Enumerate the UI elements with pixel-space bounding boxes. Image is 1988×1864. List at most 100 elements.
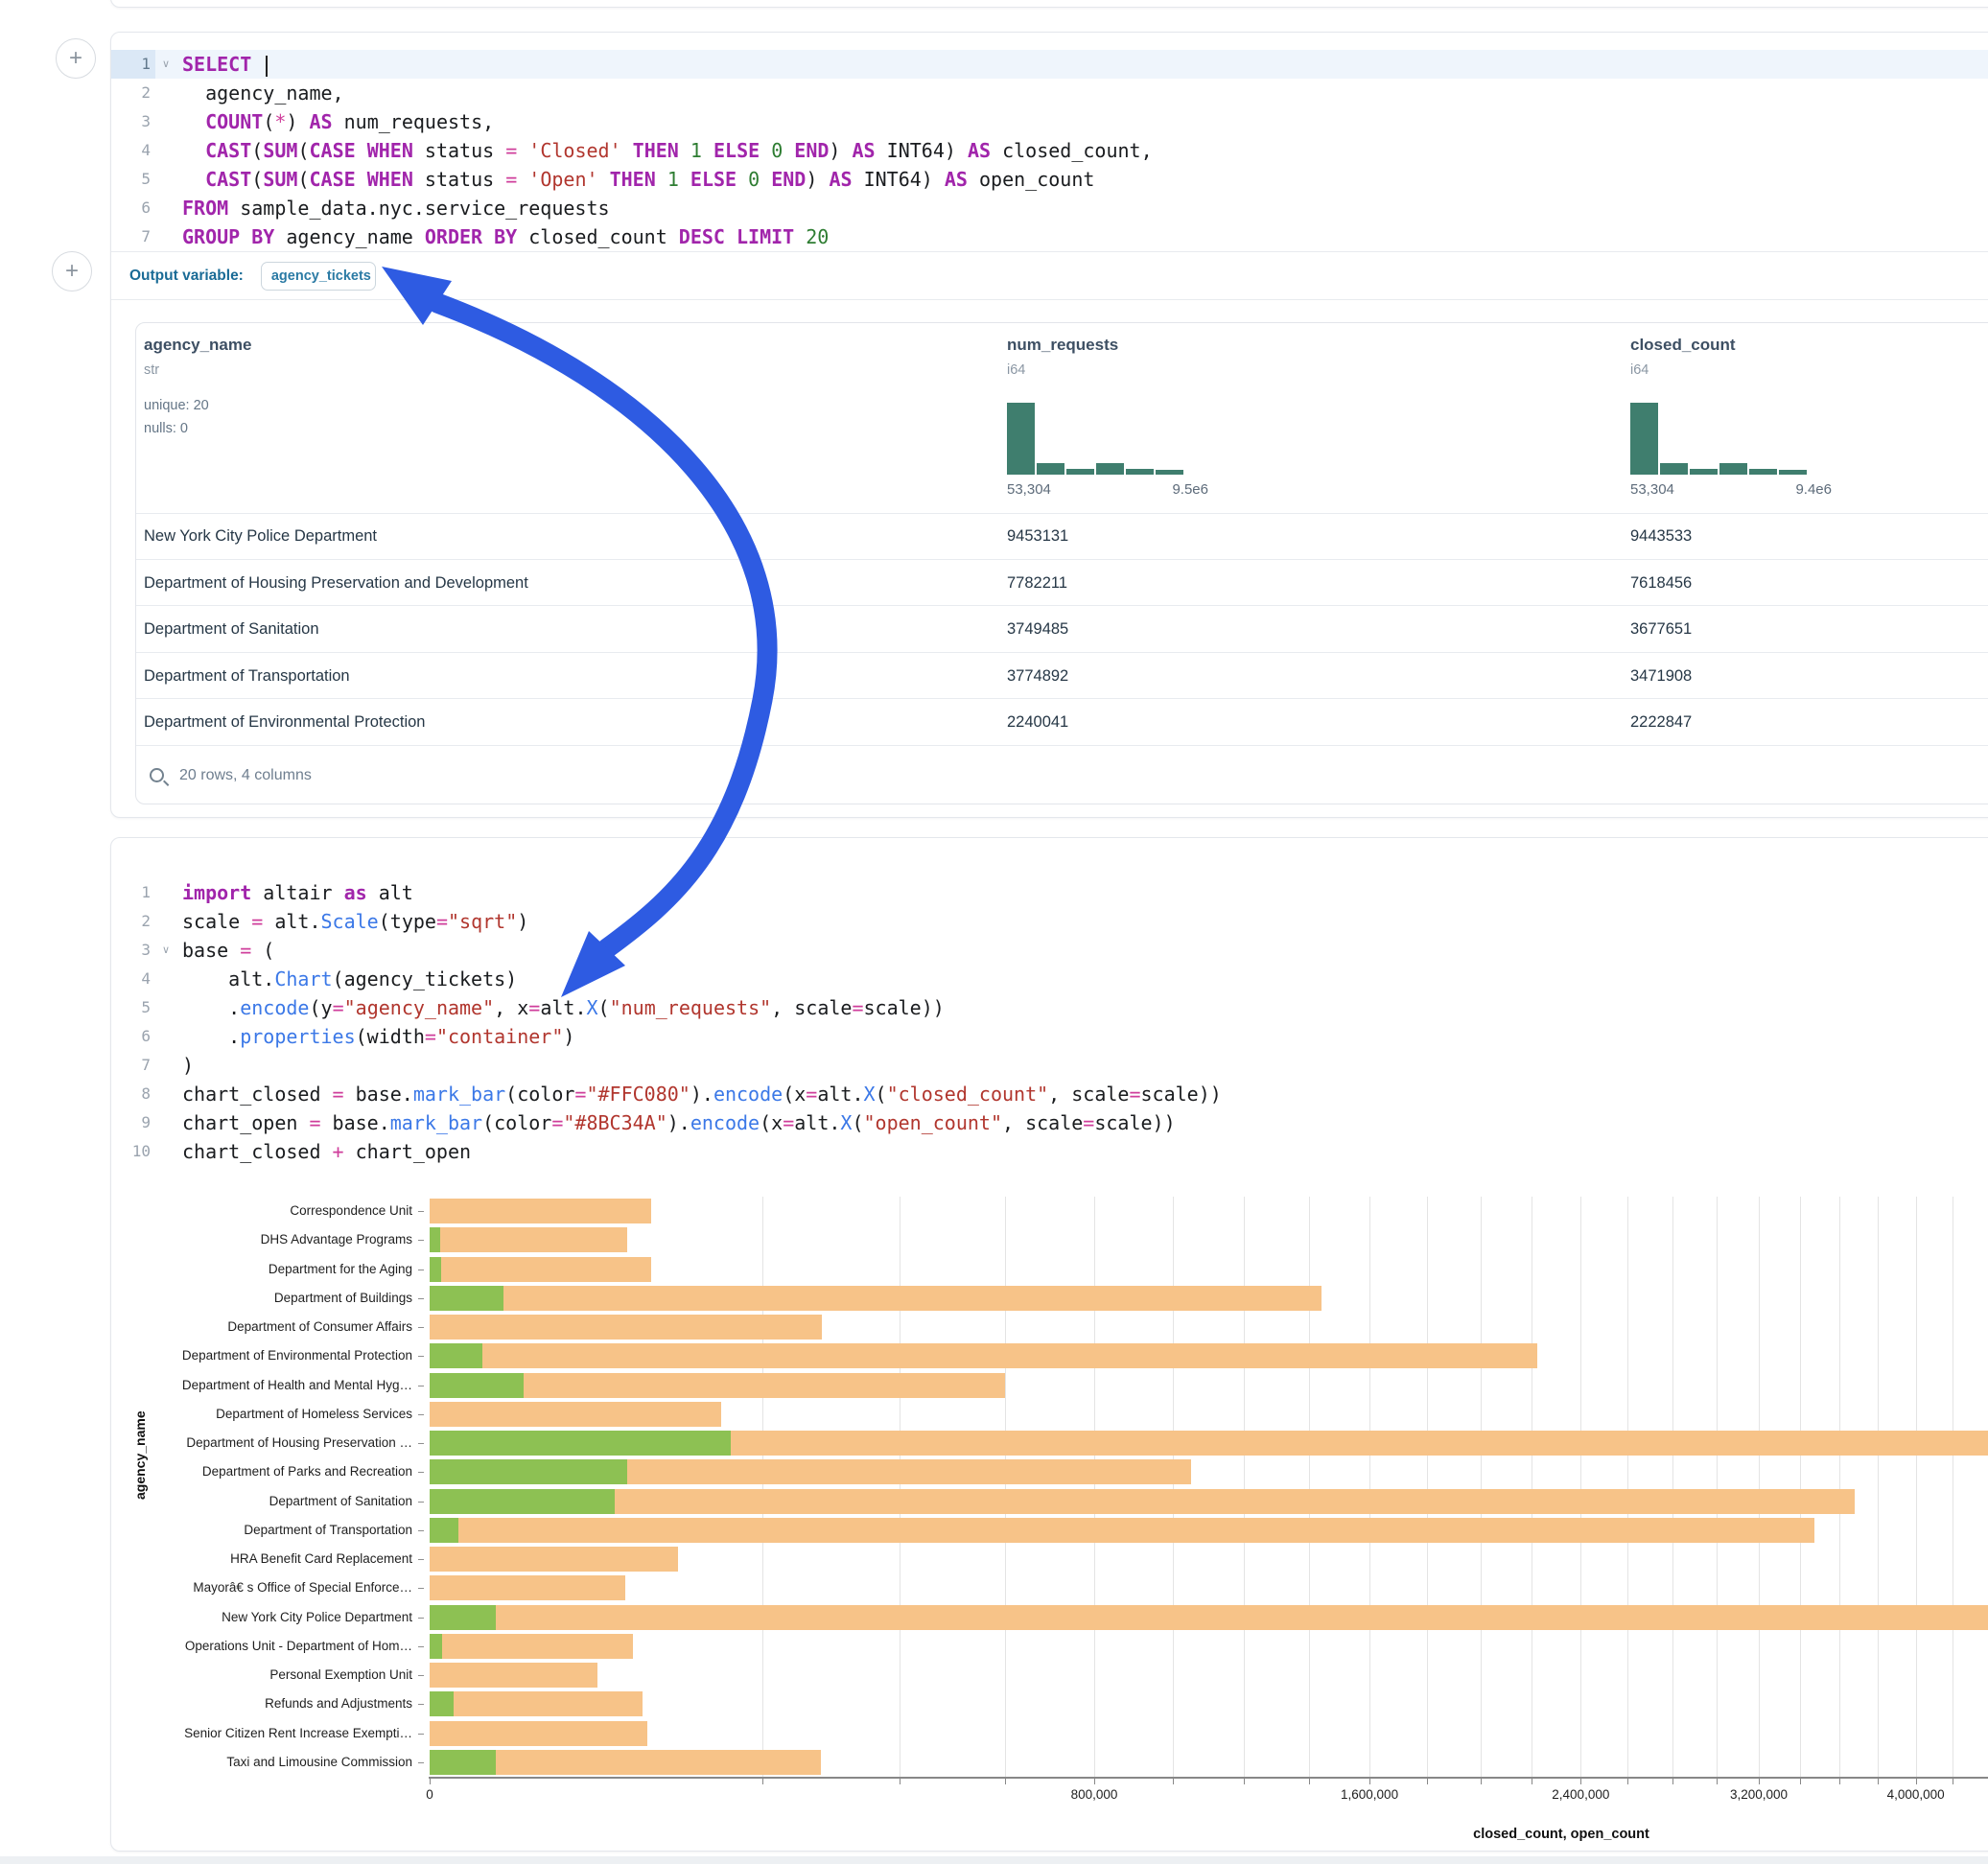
closed_count-bar [430, 1605, 1988, 1630]
open_count-bar [430, 1227, 440, 1252]
x-axis-tick-label: 3,200,000 [1730, 1787, 1788, 1802]
code-line[interactable]: 1∨SELECT [111, 50, 1988, 79]
column-stat: unique: 20 [144, 398, 209, 413]
code-line[interactable]: 6FROM sample_data.nyc.service_requests [111, 194, 1988, 222]
y-axis-label: Correspondence Unit [290, 1203, 412, 1218]
y-axis-label: Department of Sanitation [269, 1494, 412, 1508]
code-line[interactable]: 3 COUNT(*) AS num_requests, [111, 107, 1988, 136]
fold-gutter [155, 136, 176, 165]
code-text: chart_closed = base.mark_bar(color="#FFC… [176, 1080, 1222, 1108]
line-number: 1 [111, 878, 155, 907]
column-type: str [144, 362, 159, 378]
column-histogram [1630, 403, 1807, 475]
x-axis-tick [1369, 1779, 1370, 1784]
column-type: i64 [1007, 362, 1025, 378]
table-cell: 9453131 [999, 513, 1623, 560]
open_count-bar [430, 1431, 731, 1456]
column-header-agency_name[interactable]: agency_namestrunique: 20nulls: 0 [136, 323, 999, 513]
line-number: 2 [111, 79, 155, 107]
x-axis-tick [1309, 1779, 1310, 1784]
y-axis-tick [418, 1211, 424, 1212]
table-row[interactable]: Department of Housing Preservation and D… [136, 560, 1988, 607]
line-number: 6 [111, 194, 155, 222]
y-axis-tick [418, 1646, 424, 1647]
row-count-label: 20 rows, 4 columns [179, 767, 312, 784]
line-number: 5 [111, 993, 155, 1022]
x-axis-tick-label: 0 [426, 1787, 433, 1802]
code-line[interactable]: 8chart_closed = base.mark_bar(color="#FF… [111, 1080, 1988, 1108]
histogram-bar [1007, 403, 1035, 475]
column-header-num_requests[interactable]: num_requestsi6453,3049.5e6 [999, 323, 1623, 513]
add-cell-button[interactable]: + [56, 38, 96, 79]
table-row[interactable]: Department of Transportation377489234719… [136, 653, 1988, 700]
table-cell: 3749485 [999, 606, 1623, 653]
fold-gutter [155, 222, 176, 251]
table-cell: Department of Environmental Protection [136, 699, 999, 746]
y-axis-tick [418, 1240, 424, 1241]
output-variable-row: Output variable: agency_tickets [111, 252, 1988, 299]
histogram-bar [1749, 469, 1777, 475]
chart-y-axis-labels: Correspondence UnitDHS Advantage Program… [111, 1183, 424, 1797]
code-line[interactable]: 7 GROUP BY agency_name ORDER BY closed_co… [111, 222, 1988, 251]
table-cell: 3471908 [1623, 653, 1988, 700]
code-text: base = ( [176, 936, 274, 965]
closed_count-bar [430, 1315, 822, 1340]
line-number: 7 [111, 222, 155, 251]
code-line[interactable]: 5 CAST(SUM(CASE WHEN status = 'Open' THE… [111, 165, 1988, 194]
histogram-range-labels: 53,3049.4e6 [1630, 481, 1832, 498]
y-axis-label: New York City Police Department [222, 1610, 412, 1624]
code-line[interactable]: 5 .encode(y="agency_name", x=alt.X("num_… [111, 993, 1988, 1022]
y-axis-label: Department of Environmental Protection [182, 1348, 412, 1363]
fold-gutter [155, 165, 176, 194]
y-axis-label: Department of Homeless Services [216, 1407, 412, 1421]
code-line[interactable]: 2scale = alt.Scale(type="sqrt") [111, 907, 1988, 936]
table-cell: 2222847 [1623, 699, 1988, 746]
table-row[interactable]: Department of Sanitation37494853677651 [136, 606, 1988, 653]
code-line[interactable]: 4 alt.Chart(agency_tickets) [111, 965, 1988, 993]
gridline [1800, 1197, 1801, 1777]
x-axis-tick [1916, 1779, 1917, 1784]
histogram-max-label: 9.5e6 [1172, 481, 1208, 498]
x-axis-tick [1672, 1779, 1673, 1784]
fold-gutter [155, 965, 176, 993]
table-cell: 3677651 [1623, 606, 1988, 653]
closed_count-bar [430, 1721, 647, 1746]
fold-chevron-icon[interactable]: ∨ [155, 936, 176, 965]
add-cell-button[interactable]: + [52, 251, 92, 291]
code-line[interactable]: 9chart_open = base.mark_bar(color="#8BC3… [111, 1108, 1988, 1137]
x-axis-tick [1839, 1779, 1840, 1784]
column-histogram [1007, 403, 1183, 475]
result-table: agency_namestrunique: 20nulls: 0num_requ… [135, 322, 1988, 804]
code-text: GROUP BY agency_name ORDER BY closed_cou… [176, 222, 829, 251]
closed_count-bar [430, 1518, 1814, 1543]
code-line[interactable]: 10chart_closed + chart_open [111, 1137, 1988, 1166]
y-axis-label: Personal Exemption Unit [269, 1667, 412, 1682]
column-header-closed_count[interactable]: closed_counti6453,3049.4e6 [1623, 323, 1988, 513]
x-axis-tick [1481, 1779, 1482, 1784]
gridline [1369, 1197, 1370, 1777]
histogram-bar [1096, 463, 1124, 475]
code-line[interactable]: 2 agency_name, [111, 79, 1988, 107]
y-axis-label: Department of Consumer Affairs [227, 1319, 412, 1334]
code-line[interactable]: 6 .properties(width="container") [111, 1022, 1988, 1051]
output-variable-pill[interactable]: agency_tickets [261, 262, 376, 291]
histogram-bar [1066, 469, 1094, 475]
code-line[interactable]: 1 import altair as alt [111, 878, 1988, 907]
code-text: .properties(width="container") [176, 1022, 574, 1051]
python-code-editor[interactable]: 1 import altair as alt2scale = alt.Scale(… [111, 838, 1988, 1166]
search-icon[interactable] [150, 768, 164, 782]
code-text: import altair as alt [176, 878, 413, 907]
table-row[interactable]: New York City Police Department945313194… [136, 513, 1988, 560]
code-line[interactable]: 3∨base = ( [111, 936, 1988, 965]
sql-code-editor[interactable]: 1∨SELECT 2 agency_name,3 COUNT(*) AS num… [111, 33, 1988, 251]
fold-chevron-icon[interactable]: ∨ [155, 50, 176, 79]
column-stat: nulls: 0 [144, 421, 188, 436]
code-line[interactable]: 4 CAST(SUM(CASE WHEN status = 'Closed' T… [111, 136, 1988, 165]
next-cell-edge [0, 1856, 1988, 1864]
open_count-bar [430, 1489, 615, 1514]
table-row[interactable]: Department of Environmental Protection 22… [136, 699, 1988, 746]
histogram-bar [1037, 463, 1064, 475]
column-name: num_requests [1007, 336, 1118, 355]
previous-cell-edge [110, 0, 1988, 8]
code-line[interactable]: 7) [111, 1051, 1988, 1080]
